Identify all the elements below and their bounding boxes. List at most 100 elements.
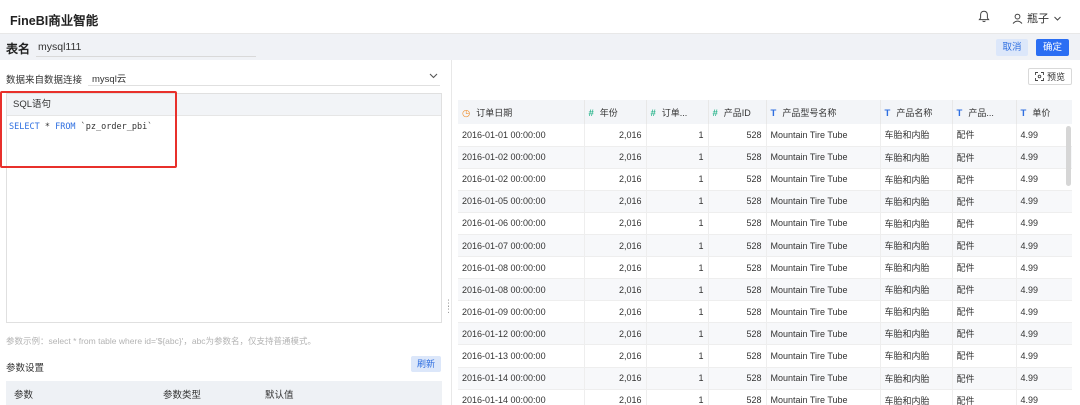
- table-cell: 528: [708, 190, 767, 213]
- hash-icon: #: [712, 107, 718, 119]
- table-row: 2016-01-14 00:00:00 2,016 1 528 Mountain Tir…: [458, 389, 1072, 405]
- table-cell: 4.99: [1016, 168, 1072, 191]
- table-cell: Mountain Tire Tube: [766, 168, 881, 191]
- table-cell: 车胎和内胎: [880, 190, 953, 213]
- table-cell: 2016-01-07 00:00:00: [458, 234, 585, 258]
- column-header[interactable]: T 产品型号名称: [766, 100, 881, 124]
- table-cell: 2,016: [584, 389, 647, 405]
- table-cell: 528: [708, 212, 767, 235]
- column-header-label: 产品型号名称: [782, 107, 837, 118]
- table-row: 2016-01-06 00:00:00 2,016 1 528 Mountain Tir…: [458, 212, 1072, 235]
- preview-panel: 预览 ◷ 订单日期 # 年份 # 订单... # 产品ID T 产品型号名称 T 产品名称 T 产品...…: [452, 60, 1080, 405]
- table-cell: 2,016: [584, 190, 647, 213]
- column-header-label: 产品名称: [896, 107, 933, 118]
- app-brand: FineBI商业智能: [10, 14, 99, 28]
- param-col-type: 参数类型: [163, 390, 202, 401]
- column-header-label: 单价: [1032, 107, 1051, 118]
- table-cell: 车胎和内胎: [880, 234, 953, 258]
- user-icon: [1012, 13, 1023, 24]
- table-cell: 4.99: [1016, 344, 1072, 368]
- table-cell: 528: [708, 234, 767, 258]
- table-cell: Mountain Tire Tube: [766, 212, 881, 235]
- table-cell: Mountain Tire Tube: [766, 344, 881, 368]
- table-cell: 配件: [952, 322, 1017, 346]
- column-header[interactable]: ◷ 订单日期: [458, 100, 585, 124]
- hash-icon: #: [650, 107, 656, 119]
- table-cell: 配件: [952, 234, 1017, 258]
- table-row: 2016-01-12 00:00:00 2,016 1 528 Mountain Tir…: [458, 322, 1072, 346]
- table-cell: 1: [646, 190, 709, 213]
- table-cell: 528: [708, 300, 767, 324]
- column-header[interactable]: # 产品ID: [708, 100, 767, 124]
- table-row: 2016-01-13 00:00:00 2,016 1 528 Mountain Tir…: [458, 344, 1072, 368]
- table-cell: Mountain Tire Tube: [766, 190, 881, 213]
- vertical-scrollbar[interactable]: [1066, 126, 1071, 186]
- table-cell: 车胎和内胎: [880, 344, 953, 368]
- table-cell: 4.99: [1016, 300, 1072, 324]
- table-row: 2016-01-02 00:00:00 2,016 1 528 Mountain Tir…: [458, 168, 1072, 191]
- table-cell: 车胎和内胎: [880, 389, 953, 405]
- table-cell: 4.99: [1016, 146, 1072, 169]
- preview-button[interactable]: 预览: [1028, 68, 1072, 85]
- preview-icon: [1035, 72, 1044, 81]
- param-table-header: 参数 参数类型 默认值: [6, 381, 442, 405]
- table-cell: 528: [708, 256, 767, 280]
- table-cell: 2016-01-02 00:00:00: [458, 168, 585, 191]
- table-cell: 车胎和内胎: [880, 322, 953, 346]
- table-cell: 2016-01-05 00:00:00: [458, 190, 585, 213]
- column-header-label: 订单...: [661, 107, 688, 118]
- table-cell: 528: [708, 168, 767, 191]
- table-cell: 车胎和内胎: [880, 278, 953, 302]
- table-cell: 4.99: [1016, 190, 1072, 213]
- table-cell: 2016-01-02 00:00:00: [458, 146, 585, 169]
- table-cell: 4.99: [1016, 278, 1072, 302]
- table-cell: 车胎和内胎: [880, 146, 953, 169]
- table-cell: 1: [646, 367, 709, 390]
- table-cell: 2016-01-09 00:00:00: [458, 300, 585, 324]
- user-menu[interactable]: 瓶子: [1012, 10, 1062, 26]
- param-settings-title: 参数设置: [6, 363, 45, 374]
- table-row: 2016-01-08 00:00:00 2,016 1 528 Mountain Tir…: [458, 278, 1072, 302]
- column-header[interactable]: T 产品名称: [880, 100, 953, 124]
- param-col-name: 参数: [14, 390, 34, 401]
- table-cell: 配件: [952, 212, 1017, 235]
- table-cell: 配件: [952, 190, 1017, 213]
- table-cell: 2016-01-12 00:00:00: [458, 322, 585, 346]
- table-cell: 1: [646, 234, 709, 258]
- chevron-down-icon[interactable]: [428, 70, 439, 81]
- table-cell: 车胎和内胎: [880, 256, 953, 280]
- table-cell: 2,016: [584, 300, 647, 324]
- confirm-button[interactable]: 确定: [1036, 39, 1069, 56]
- column-header[interactable]: T 产品...: [952, 100, 1017, 124]
- datasource-select[interactable]: mysql云: [92, 71, 126, 85]
- table-row: 2016-01-01 00:00:00 2,016 1 528 Mountain Tir…: [458, 124, 1072, 147]
- table-cell: 1: [646, 278, 709, 302]
- table-cell: 1: [646, 300, 709, 324]
- table-cell: 1: [646, 124, 709, 147]
- table-cell: 配件: [952, 367, 1017, 390]
- table-cell: 2,016: [584, 212, 647, 235]
- table-row: 2016-01-14 00:00:00 2,016 1 528 Mountain Tir…: [458, 367, 1072, 390]
- table-cell: 2,016: [584, 322, 647, 346]
- table-cell: Mountain Tire Tube: [766, 322, 881, 346]
- column-header[interactable]: T 单价: [1016, 100, 1072, 124]
- table-cell: 1: [646, 146, 709, 169]
- table-cell: 528: [708, 146, 767, 169]
- table-cell: 528: [708, 322, 767, 346]
- table-row: 2016-01-07 00:00:00 2,016 1 528 Mountain Tir…: [458, 234, 1072, 258]
- table-cell: 2,016: [584, 234, 647, 258]
- text-type-icon: T: [956, 107, 963, 119]
- column-header[interactable]: # 年份: [584, 100, 647, 124]
- data-preview-table: ◷ 订单日期 # 年份 # 订单... # 产品ID T 产品型号名称 T 产品名称 T 产品... T 单价…: [458, 100, 1072, 405]
- table-cell: Mountain Tire Tube: [766, 124, 881, 147]
- table-cell: 2016-01-08 00:00:00: [458, 278, 585, 302]
- refresh-button[interactable]: 刷新: [411, 356, 441, 372]
- table-cell: 2016-01-14 00:00:00: [458, 389, 585, 405]
- column-header[interactable]: # 订单...: [646, 100, 709, 124]
- cancel-button[interactable]: 取消: [996, 39, 1028, 56]
- table-cell: 配件: [952, 389, 1017, 405]
- table-cell: 1: [646, 168, 709, 191]
- resize-handle[interactable]: ⋮ ⋮: [444, 299, 453, 314]
- table-name-input[interactable]: [36, 38, 256, 57]
- bell-icon[interactable]: [978, 10, 990, 23]
